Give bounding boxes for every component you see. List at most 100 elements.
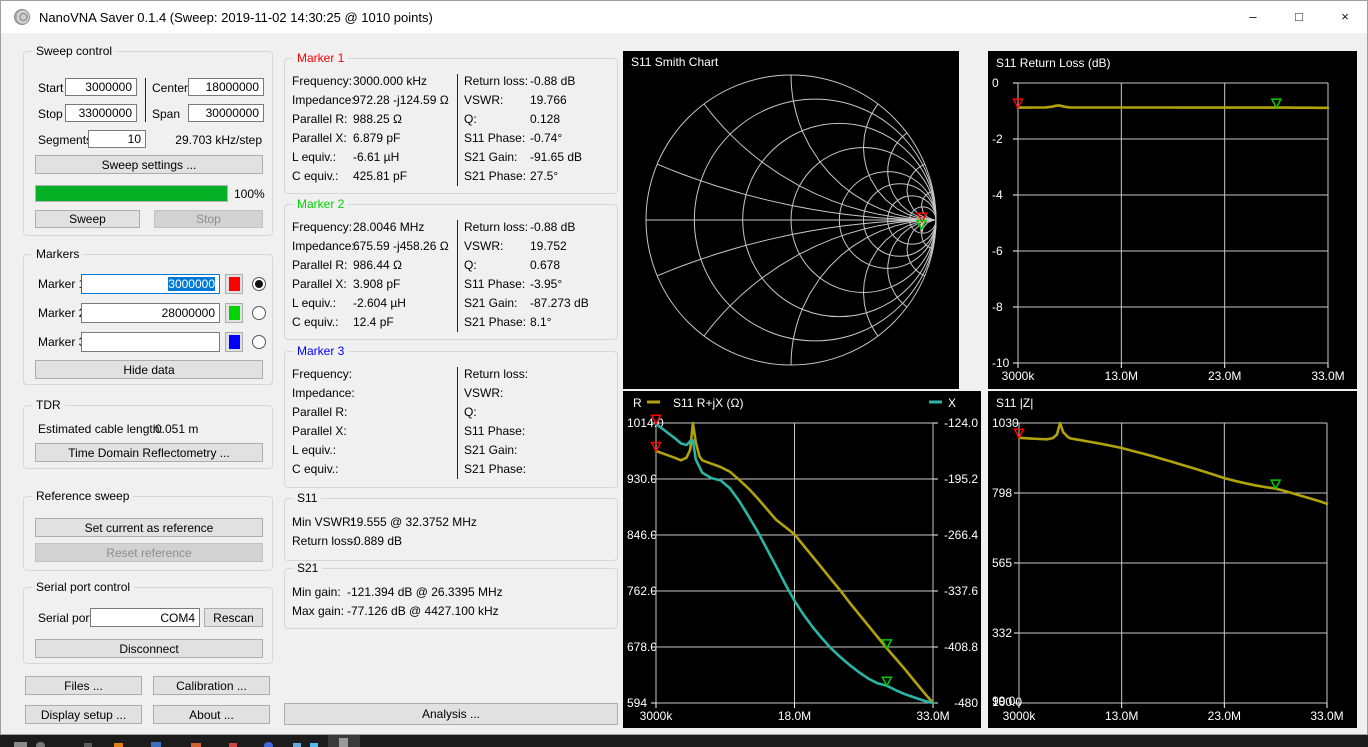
info-label: S21 Phase: [464,462,526,476]
info-label: L equiv.: [292,443,336,457]
marker2-radio[interactable] [252,306,266,320]
s11-info-rows: Min VSWR:19.555 @ 32.3752 MHzReturn loss… [292,513,612,551]
about-button[interactable]: About ... [153,705,270,724]
active-app-taskbar-button[interactable] [328,735,360,747]
z-magnitude-chart[interactable]: 1030798565332100.099.03000k13.0M23.0M33.… [988,391,1357,728]
start-label: Start [38,81,63,95]
info-label: Parallel R: [292,405,347,419]
taskbar-icon[interactable] [151,742,161,747]
info-label: S21 Gain: [464,150,517,164]
s21-info-group: S21 Min gain:-121.394 dB @ 26.3395 MHzMa… [284,568,618,629]
info-row: S21 Phase: 8.1° [464,313,614,332]
info-value: 6.879 pF [353,131,400,145]
disconnect-button[interactable]: Disconnect [35,639,263,658]
serial-port-input[interactable]: COM4 [90,608,200,627]
info-value: 8.1° [530,315,551,329]
info-label: S21 Phase: [464,169,526,183]
marker3-input[interactable] [81,332,220,352]
taskbar-icon[interactable] [293,743,301,747]
analysis-button[interactable]: Analysis ... [284,703,618,725]
taskbar-icon[interactable] [191,743,201,747]
marker2-label: Marker 2 [38,306,85,320]
svg-text:-124.0: -124.0 [944,416,978,430]
info-row: S21 Phase:27.5° [464,167,614,186]
span-input[interactable]: 30000000 [188,104,264,122]
titlebar[interactable]: NanoVNA Saver 0.1.4 (Sweep: 2019-11-02 1… [1,1,1367,33]
center-input[interactable]: 18000000 [188,78,264,96]
info-row: Return loss:-0.889 dB [292,532,612,551]
close-button[interactable]: × [1322,1,1368,33]
smith-chart[interactable]: S11 Smith Chart [623,51,959,389]
info-label: Impedance: [292,386,355,400]
info-value: -3.95° [530,277,562,291]
rjx-chart[interactable]: 1014.0-124.0930.0-195.2846.0-266.4762.0-… [623,391,981,728]
marker1-info-divider [457,74,458,186]
marker1-input[interactable]: 3000000 [81,274,220,294]
maximize-button[interactable]: □ [1276,1,1322,33]
info-label: Min VSWR: [292,515,354,529]
rescan-button[interactable]: Rescan [204,608,263,627]
taskbar-icon[interactable] [264,742,273,747]
tdr-button[interactable]: Time Domain Reflectometry ... [35,443,263,462]
marker1-color-button[interactable] [225,274,243,294]
taskbar-icon[interactable] [310,743,318,747]
search-icon[interactable] [36,742,45,747]
taskbar-icon[interactable] [229,743,237,747]
marker2-input[interactable]: 28000000 [81,303,220,323]
marker3-info-group: Marker 3 Frequency:Impedance:Parallel R:… [284,351,618,488]
return-loss-chart[interactable]: 0-2-4-6-8-103000k13.0M23.0M33.0MS11 Retu… [988,51,1357,389]
display-setup-button[interactable]: Display setup ... [25,705,142,724]
sweep-settings-button[interactable]: Sweep settings ... [35,155,263,174]
info-value: 425.81 pF [353,169,407,183]
svg-text:S11 Smith Chart: S11 Smith Chart [631,55,719,69]
svg-text:3000k: 3000k [1003,709,1037,723]
s21-info-title: S21 [293,561,322,576]
info-value: 19.766 [530,93,567,107]
info-label: S21 Phase: [464,315,526,329]
taskbar-icon[interactable] [84,743,92,747]
tdr-title: TDR [32,398,65,413]
info-value: -87.273 dB [530,296,589,310]
start-button-icon[interactable] [14,742,27,747]
sweep-divider [145,78,146,122]
taskbar-icon[interactable] [114,743,123,747]
info-row: VSWR: [464,384,614,403]
info-value: -91.65 dB [530,150,582,164]
files-button[interactable]: Files ... [25,676,142,695]
info-row: Return loss:-0.88 dB [464,72,614,91]
info-value: -2.604 µH [353,296,406,310]
calibration-button[interactable]: Calibration ... [153,676,270,695]
info-label: S11 Phase: [464,131,525,145]
cable-length-label: Estimated cable length: [38,422,163,436]
marker3-radio[interactable] [252,335,266,349]
sweep-button[interactable]: Sweep [35,210,140,228]
marker1-radio[interactable] [252,277,266,291]
info-value: -0.88 dB [530,74,575,88]
minimize-button[interactable]: – [1230,1,1276,33]
set-reference-button[interactable]: Set current as reference [35,518,263,537]
marker3-color-button[interactable] [225,332,243,352]
s11-info-title: S11 [293,491,321,506]
start-input[interactable]: 3000000 [65,78,137,96]
progress-fill [36,186,227,201]
svg-text:23.0M: 23.0M [1208,369,1241,383]
markers-group: Markers Marker 1 3000000 Marker 2 280000… [23,254,273,385]
stop-input[interactable]: 33000000 [65,104,137,122]
taskbar[interactable] [0,735,1368,747]
svg-text:S11 Return Loss (dB): S11 Return Loss (dB) [996,56,1111,70]
info-label: Q: [464,258,477,272]
info-value: 0.678 [530,258,560,272]
hide-data-button[interactable]: Hide data [35,360,263,379]
info-value: -77.126 dB @ 4427.100 kHz [347,604,499,618]
info-label: Min gain: [292,585,341,599]
marker1-label: Marker 1 [38,277,85,291]
info-value: 12.4 pF [353,315,394,329]
segments-input[interactable]: 10 [88,130,146,148]
info-label: Return loss: [464,367,528,381]
svg-text:930.0: 930.0 [627,472,657,486]
marker2-color-button[interactable] [225,303,243,323]
info-row: Frequency: [292,365,454,384]
info-label: Q: [464,405,477,419]
s11-info-group: S11 Min VSWR:19.555 @ 32.3752 MHzReturn … [284,498,618,561]
info-row: Q: 0.678 [464,256,614,275]
